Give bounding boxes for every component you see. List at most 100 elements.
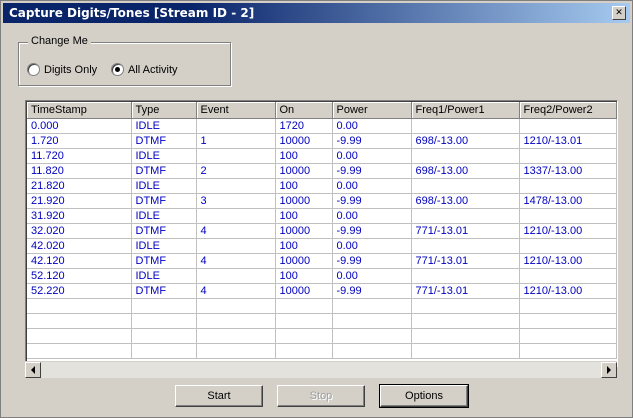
table-cell: 1 (196, 133, 276, 149)
title-bar[interactable]: Capture Digits/Tones [Stream ID - 2] ✕ (3, 3, 630, 23)
table-row[interactable]: 52.220 DTMF 4 10000 -9.99 771/-13.01 1210/-13.… (27, 283, 617, 299)
table-cell: IDLE (131, 238, 197, 254)
table-row[interactable]: 0.000 IDLE 1720 0.00 (27, 118, 617, 134)
table-row-empty (27, 313, 617, 329)
table-cell (519, 178, 617, 194)
table-cell: 10000 (275, 223, 333, 239)
column-header[interactable]: TimeStamp (27, 102, 132, 119)
table-cell: 1210/-13.00 (519, 223, 617, 239)
stop-button[interactable]: Stop (277, 385, 365, 407)
radio-label-all-activity: All Activity (128, 63, 178, 76)
table-cell: 4 (196, 223, 276, 239)
arrow-right-icon[interactable] (601, 362, 617, 378)
start-button[interactable]: Start (175, 385, 263, 407)
capture-table: TimeStamp Type Event On Power Freq1/Power1 Fre… (27, 102, 617, 359)
table-cell: IDLE (131, 268, 197, 284)
table-row[interactable]: 21.820 IDLE 100 0.00 (27, 178, 617, 194)
table-cell: 100 (275, 208, 333, 224)
change-me-group: Change Me Digits Only All Activity (18, 35, 231, 86)
table-cell: 1.720 (27, 133, 132, 149)
table-cell: 100 (275, 148, 333, 164)
table-cell: IDLE (131, 118, 197, 134)
column-header[interactable]: On (275, 102, 333, 119)
table-cell: 52.220 (27, 283, 132, 299)
table-cell: -9.99 (332, 223, 412, 239)
table-cell (27, 313, 132, 329)
table-cell: 42.020 (27, 238, 132, 254)
table-row[interactable]: 42.120 DTMF 4 10000 -9.99 771/-13.01 1210/-13.… (27, 253, 617, 269)
table-cell (196, 298, 276, 314)
table-cell (519, 238, 617, 254)
table-cell: -9.99 (332, 253, 412, 269)
horizontal-scrollbar[interactable] (25, 361, 617, 378)
table-row-empty (27, 343, 617, 359)
table-cell: 0.00 (332, 148, 412, 164)
table-cell (411, 238, 520, 254)
table-row[interactable]: 32.020 DTMF 4 10000 -9.99 771/-13.01 1210/-13.… (27, 223, 617, 239)
table-cell: 698/-13.00 (411, 193, 520, 209)
group-legend: Change Me (28, 35, 91, 47)
table-cell: 0.00 (332, 268, 412, 284)
table-row[interactable]: 42.020 IDLE 100 0.00 (27, 238, 617, 254)
table-row[interactable]: 31.920 IDLE 100 0.00 (27, 208, 617, 224)
radio-circle-digits-only[interactable] (27, 63, 40, 76)
column-header[interactable]: Power (332, 102, 412, 119)
table-cell: 10000 (275, 133, 333, 149)
close-icon[interactable]: ✕ (612, 6, 626, 20)
table-cell (196, 328, 276, 344)
table-cell (275, 298, 333, 314)
table-cell (196, 148, 276, 164)
table-cell: -9.99 (332, 193, 412, 209)
table-cell: 4 (196, 283, 276, 299)
table-cell (411, 328, 520, 344)
table-cell: DTMF (131, 223, 197, 239)
table-cell (411, 268, 520, 284)
table-cell: 1720 (275, 118, 333, 134)
column-header[interactable]: Event (196, 102, 276, 119)
column-header[interactable]: Freq2/Power2 (519, 102, 617, 119)
radio-all-activity[interactable]: All Activity (111, 63, 178, 76)
table-cell: 0.000 (27, 118, 132, 134)
table-cell: 31.920 (27, 208, 132, 224)
table-cell: 1478/-13.00 (519, 193, 617, 209)
column-header[interactable]: Type (131, 102, 197, 119)
table-cell (411, 178, 520, 194)
table-cell (411, 313, 520, 329)
options-button[interactable]: Options (379, 384, 469, 408)
table-cell (519, 343, 617, 359)
table-cell: 21.820 (27, 178, 132, 194)
table-cell: 10000 (275, 283, 333, 299)
table-row[interactable]: 21.920 DTMF 3 10000 -9.99 698/-13.00 1478/-13.… (27, 193, 617, 209)
scroll-track[interactable] (41, 362, 601, 378)
table-cell: 0.00 (332, 238, 412, 254)
table-cell (411, 298, 520, 314)
radio-digits-only[interactable]: Digits Only (27, 63, 97, 76)
table-cell (196, 343, 276, 359)
capture-window: Capture Digits/Tones [Stream ID - 2] ✕ C… (0, 0, 633, 418)
table-cell (519, 313, 617, 329)
table-cell (332, 298, 412, 314)
column-header[interactable]: Freq1/Power1 (411, 102, 520, 119)
table-row[interactable]: 11.720 IDLE 100 0.00 (27, 148, 617, 164)
table-cell: 11.720 (27, 148, 132, 164)
table-cell: DTMF (131, 133, 197, 149)
table-cell: 100 (275, 268, 333, 284)
table-cell (131, 328, 197, 344)
table-cell (519, 298, 617, 314)
table-cell: 10000 (275, 163, 333, 179)
table-cell: 10000 (275, 253, 333, 269)
table-row[interactable]: 11.820 DTMF 2 10000 -9.99 698/-13.00 1337/-13.… (27, 163, 617, 179)
table-cell (196, 178, 276, 194)
table-cell: 0.00 (332, 178, 412, 194)
table-cell: 771/-13.01 (411, 223, 520, 239)
table-cell (411, 208, 520, 224)
table-cell: 32.020 (27, 223, 132, 239)
window-title: Capture Digits/Tones [Stream ID - 2] (9, 6, 255, 20)
arrow-left-icon[interactable] (25, 362, 41, 378)
table-cell: IDLE (131, 178, 197, 194)
table-row[interactable]: 52.120 IDLE 100 0.00 (27, 268, 617, 284)
radio-label-digits-only: Digits Only (44, 63, 98, 76)
table-row[interactable]: 1.720 DTMF 1 10000 -9.99 698/-13.00 1210/-13.0… (27, 133, 617, 149)
radio-circle-all-activity[interactable] (111, 63, 124, 76)
table-row-empty (27, 298, 617, 314)
